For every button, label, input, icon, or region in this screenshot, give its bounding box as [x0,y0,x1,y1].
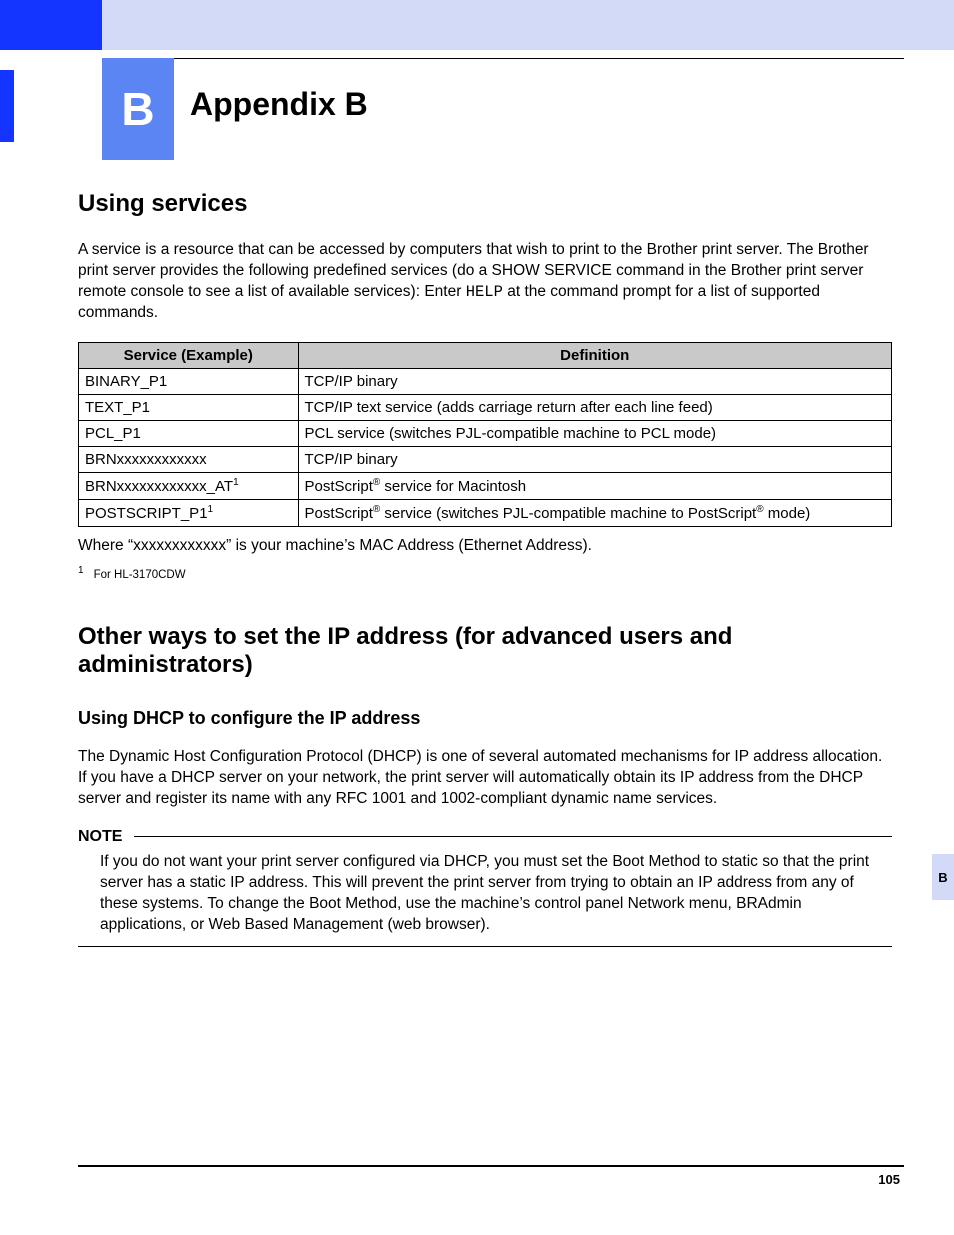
dhcp-paragraph: The Dynamic Host Configuration Protocol … [78,747,892,810]
cell-def-c: mode) [764,505,811,522]
cell-definition: TCP/IP text service (adds carriage retur… [305,399,713,416]
left-stripe [0,70,14,142]
note-rule-bottom [78,946,892,947]
services-table: Service (Example) Definition BINARY_P1 T… [78,342,892,527]
cell-service: BRNxxxxxxxxxxxx_AT [85,478,233,495]
services-intro: A service is a resource that can be acce… [78,240,892,324]
cell-definition: PCL service (switches PJL-compatible mac… [305,425,717,442]
reg-mark: ® [756,504,763,515]
table-footer-note: Where “xxxxxxxxxxxx” is your machine’s M… [78,537,892,555]
th-definition: Definition [298,342,892,368]
note-label: NOTE [78,828,134,846]
table-row: POSTSCRIPT_P11 PostScript ® service (swit… [79,499,892,526]
cell-service: TEXT_P1 [85,399,150,416]
th-service: Service (Example) [79,342,299,368]
header-rule [102,58,904,59]
cell-def-b: service for Macintosh [380,478,526,495]
table-row: BINARY_P1 TCP/IP binary [79,368,892,394]
header-blue-block [0,0,102,50]
cell-def-a: PostScript [305,478,373,495]
page-number: 105 [878,1172,900,1187]
note-box: NOTE If you do not want your print serve… [78,828,892,947]
cell-service: BINARY_P1 [85,373,167,390]
section-heading-services: Using services [78,190,892,218]
cell-def-b: service (switches PJL-compatible machine… [380,505,756,522]
table-row: BRNxxxxxxxxxxxx_AT1 PostScript® service … [79,472,892,499]
cell-definition: TCP/IP binary [305,373,398,390]
section-heading-ip: Other ways to set the IP address (for ad… [78,623,892,681]
note-body: If you do not want your print server con… [78,846,892,946]
cell-service: BRNxxxxxxxxxxxx [85,451,207,468]
footnote-ref: 1 [233,477,239,488]
cell-definition: TCP/IP binary [305,451,398,468]
table-row: BRNxxxxxxxxxxxx TCP/IP binary [79,446,892,472]
page-title: Appendix B [190,86,368,123]
subheading-dhcp: Using DHCP to configure the IP address [78,708,892,729]
help-command: HELP [466,283,503,301]
cell-service: POSTSCRIPT_P1 [85,505,208,522]
footnote-ref: 1 [208,504,214,515]
table-row: TEXT_P1 TCP/IP text service (adds carria… [79,394,892,420]
page-footer-rule [78,1165,904,1167]
header-light-block [102,0,954,50]
cell-service: PCL_P1 [85,425,141,442]
cell-def-a: PostScript [305,505,373,522]
content-area: Using services A service is a resource t… [78,190,892,947]
footnote: 1 For HL-3170CDW [78,565,892,581]
side-tab: B [932,850,954,904]
appendix-tab: B [102,58,174,160]
note-rule-top [134,836,892,837]
footnote-number: 1 [78,565,84,576]
table-row: PCL_P1 PCL service (switches PJL-compati… [79,420,892,446]
footnote-text: For HL-3170CDW [94,569,186,581]
